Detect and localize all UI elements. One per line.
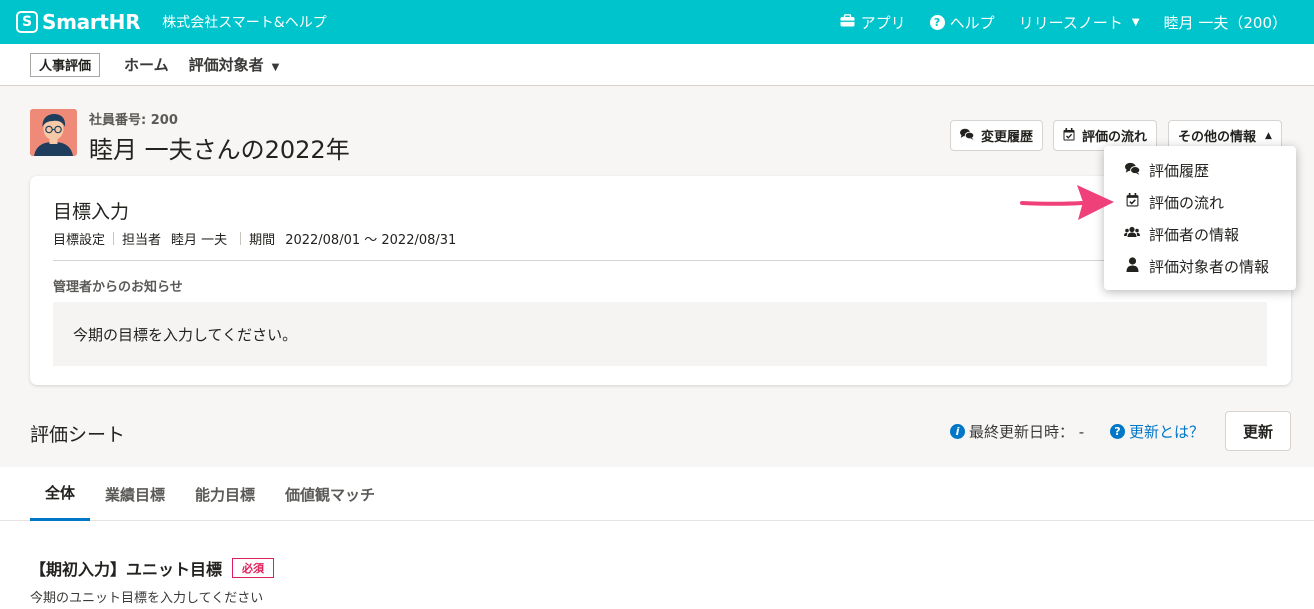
sheet-title: 評価シート bbox=[30, 424, 126, 446]
top-nav: アプリ ? ヘルプ リリースノート ▼ 睦月 一夫（200） bbox=[840, 0, 1314, 44]
menu-item-evaluation-flow[interactable]: 評価の流れ bbox=[1104, 186, 1296, 218]
menu-item-target-info[interactable]: 評価対象者の情報 bbox=[1104, 250, 1296, 282]
apps-label: アプリ bbox=[860, 13, 906, 32]
app-nav: 人事評価 ホーム 評価対象者 ▼ bbox=[0, 44, 1314, 86]
company-name: 株式会社スマート&ヘルプ bbox=[162, 15, 327, 31]
divider bbox=[53, 260, 1267, 261]
period-value: 2022/08/01 〜 2022/08/31 bbox=[285, 233, 457, 248]
info-icon: i bbox=[950, 424, 965, 439]
release-notes-menu[interactable]: リリースノート ▼ bbox=[1019, 12, 1140, 33]
evaluation-flow-label: 評価の流れ bbox=[1082, 130, 1148, 145]
caret-up-icon: ▲ bbox=[1265, 130, 1272, 141]
question-icon: ? bbox=[1110, 424, 1125, 439]
apps-menu[interactable]: アプリ bbox=[840, 12, 906, 33]
update-button[interactable]: 更新 bbox=[1225, 411, 1291, 451]
tab-performance-goals[interactable]: 業績目標 bbox=[90, 467, 180, 521]
release-notes-label: リリースノート bbox=[1018, 13, 1123, 32]
user-menu[interactable]: 睦月 一夫（200） bbox=[1164, 12, 1287, 33]
employee-number: 社員番号: 200 bbox=[89, 113, 178, 128]
notice-label: 管理者からのお知らせ bbox=[53, 280, 183, 295]
what-is-update-link[interactable]: ? 更新とは？ bbox=[1110, 421, 1204, 442]
nav-home[interactable]: ホーム bbox=[124, 54, 169, 75]
app-badge[interactable]: 人事評価 bbox=[30, 52, 101, 77]
divider bbox=[113, 232, 115, 245]
menu-item-evaluation-history[interactable]: 評価履歴 bbox=[1104, 154, 1296, 186]
smarthr-logo[interactable]: S SmartHR bbox=[16, 10, 141, 34]
comments-icon bbox=[960, 128, 975, 143]
avatar bbox=[30, 109, 77, 156]
annotation-arrow-icon bbox=[1020, 185, 1114, 220]
person-key: 担当者 bbox=[122, 233, 162, 248]
users-icon bbox=[1124, 226, 1140, 242]
sheet-tabs: 全体 業績目標 能力目標 価値観マッチ bbox=[30, 467, 390, 521]
required-badge: 必須 bbox=[232, 558, 275, 578]
menu-item-label: 評価履歴 bbox=[1149, 161, 1210, 180]
caret-down-icon: ▼ bbox=[271, 62, 280, 73]
divider bbox=[240, 232, 242, 245]
sheet-content: 全体 業績目標 能力目標 価値観マッチ 【期初入力】ユニット目標 必須 今期のユ… bbox=[0, 467, 1314, 609]
last-updated-text: 最終更新日時： - bbox=[969, 423, 1085, 441]
calendar-check-icon bbox=[1124, 193, 1140, 211]
change-history-button[interactable]: 変更履歴 bbox=[950, 120, 1044, 151]
menu-item-evaluator-info[interactable]: 評価者の情報 bbox=[1104, 218, 1296, 250]
menu-item-label: 評価者の情報 bbox=[1149, 225, 1240, 244]
user-icon bbox=[1124, 256, 1140, 276]
toolbox-icon bbox=[840, 13, 855, 31]
caret-down-icon: ▼ bbox=[1131, 16, 1140, 28]
tab-values-match[interactable]: 価値観マッチ bbox=[270, 467, 390, 521]
calendar-check-icon bbox=[1063, 127, 1075, 144]
section-title-text: 【期初入力】ユニット目標 bbox=[30, 560, 223, 579]
logo-mark: S bbox=[16, 11, 38, 33]
nav-target[interactable]: 評価対象者 ▼ bbox=[189, 54, 280, 75]
other-info-label: その他の情報 bbox=[1178, 130, 1257, 145]
help-menu[interactable]: ? ヘルプ bbox=[929, 12, 995, 33]
last-updated: i 最終更新日時： - bbox=[950, 421, 1084, 442]
period-key: 期間 bbox=[249, 233, 276, 248]
person-value: 睦月 一夫 bbox=[171, 233, 228, 248]
nav-target-label: 評価対象者 bbox=[188, 56, 264, 74]
menu-item-label: 評価対象者の情報 bbox=[1149, 257, 1270, 276]
comments-icon bbox=[1124, 162, 1140, 179]
change-history-label: 変更履歴 bbox=[981, 130, 1034, 145]
page-title: 睦月 一夫さんの2022年 bbox=[89, 136, 350, 164]
what-is-update-label: 更新とは？ bbox=[1129, 423, 1205, 441]
menu-item-label: 評価の流れ bbox=[1149, 193, 1225, 212]
question-icon: ? bbox=[929, 14, 945, 30]
top-header: S SmartHR 株式会社スマート&ヘルプ アプリ ? ヘルプ リリースノート… bbox=[0, 0, 1314, 44]
notice-text: 今期の目標を入力してください。 bbox=[73, 325, 298, 344]
other-info-dropdown: 評価履歴 評価の流れ 評価者の情報 評価対象者の情報 bbox=[1104, 146, 1296, 290]
goal-stage: 目標設定 bbox=[53, 233, 106, 248]
notice-box: 今期の目標を入力してください。 bbox=[53, 302, 1267, 366]
goal-title: 目標入力 bbox=[53, 201, 130, 223]
help-label: ヘルプ bbox=[949, 13, 995, 32]
tab-all[interactable]: 全体 bbox=[30, 467, 91, 521]
section-description: 今期のユニット目標を入力してください bbox=[30, 591, 264, 606]
section-title: 【期初入力】ユニット目標 必須 bbox=[30, 556, 275, 580]
goal-meta: 目標設定 担当者 睦月 一夫 期間 2022/08/01 〜 2022/08/3… bbox=[53, 229, 456, 248]
tab-competency-goals[interactable]: 能力目標 bbox=[180, 467, 270, 521]
user-name: 睦月 一夫（200） bbox=[1163, 13, 1287, 32]
logo-text: SmartHR bbox=[42, 10, 141, 34]
